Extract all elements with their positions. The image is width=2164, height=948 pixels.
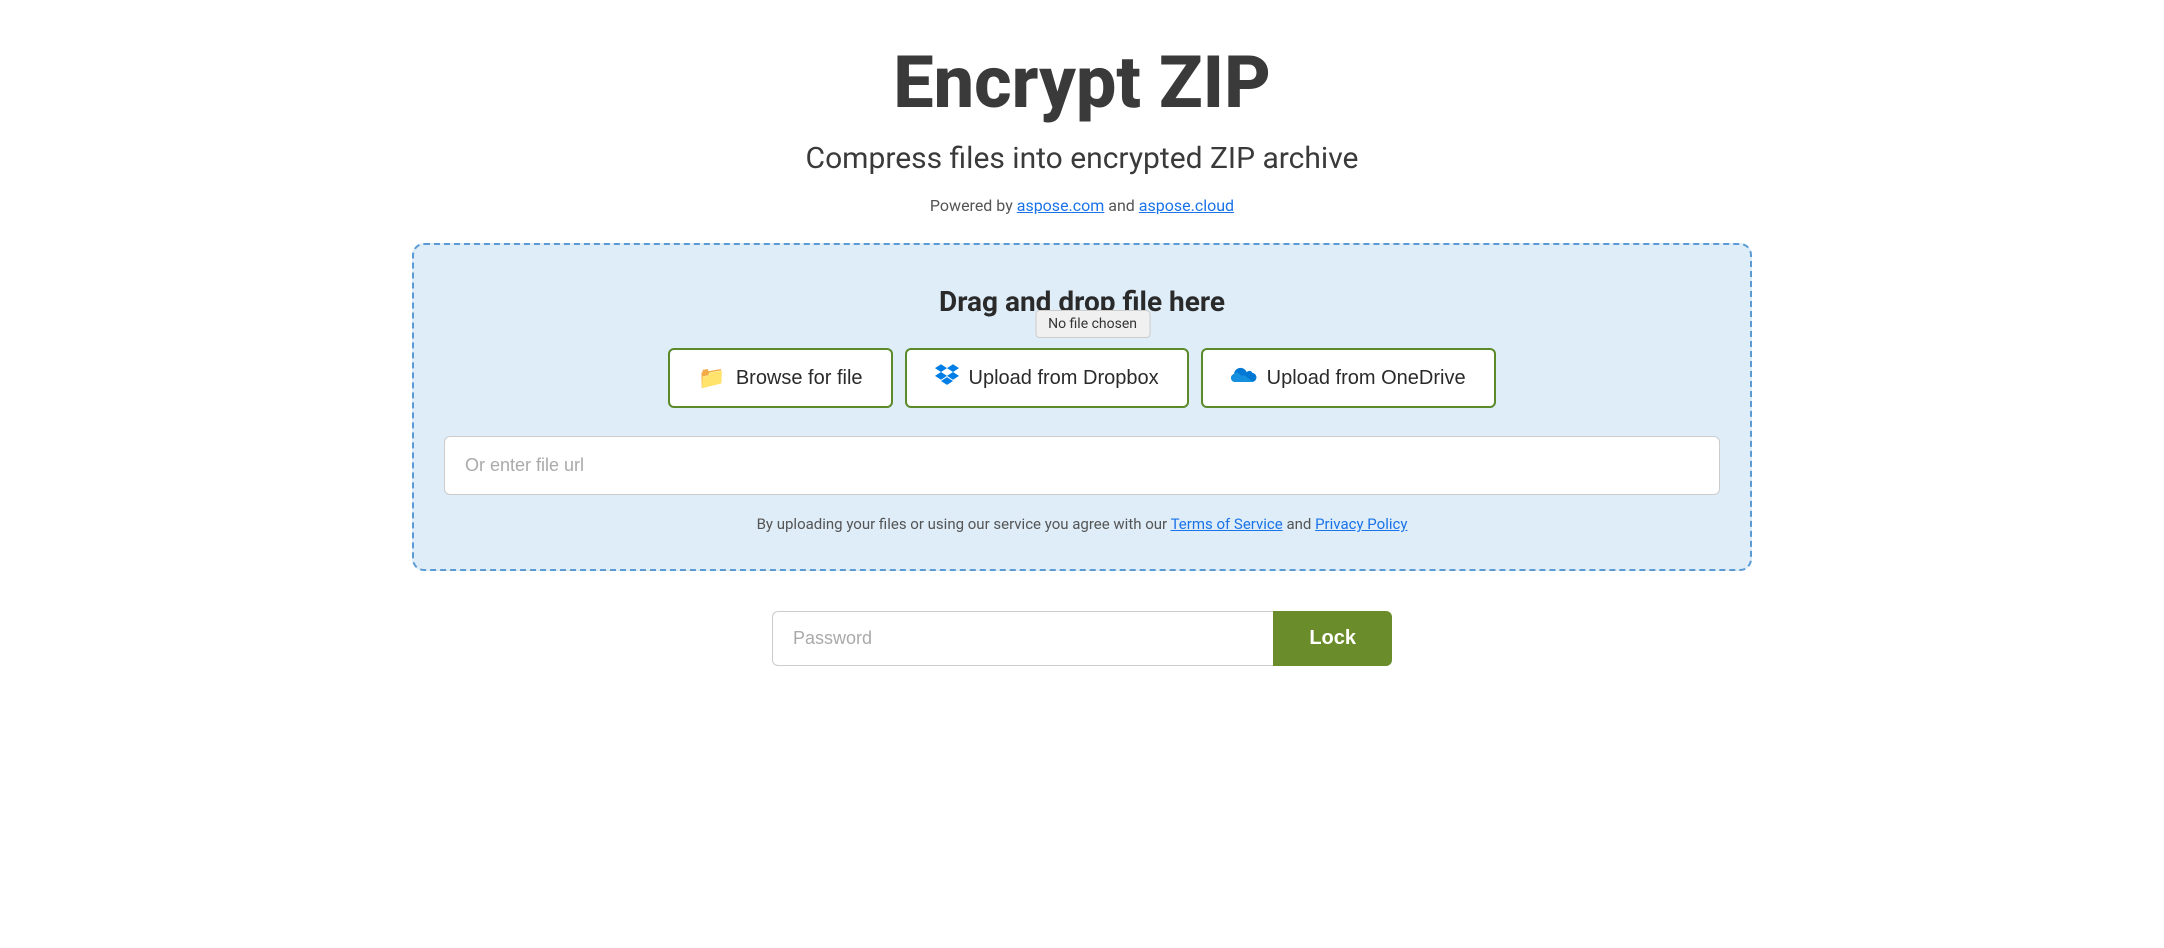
terms-text: By uploading your files or using our ser… bbox=[757, 515, 1408, 533]
dropbox-icon bbox=[935, 364, 959, 392]
dropbox-button-wrapper: Upload from Dropbox No file chosen bbox=[905, 348, 1189, 408]
terms-prefix: By uploading your files or using our ser… bbox=[757, 515, 1171, 533]
folder-icon: 📁 bbox=[698, 365, 725, 391]
lock-button[interactable]: Lock bbox=[1273, 611, 1392, 666]
buttons-row: 📁 Browse for file Upload from Dropbox bbox=[668, 348, 1495, 408]
terms-and: and bbox=[1286, 515, 1315, 533]
browse-button-label: Browse for file bbox=[736, 367, 863, 390]
terms-of-service-link[interactable]: Terms of Service bbox=[1171, 515, 1283, 533]
onedrive-button-label: Upload from OneDrive bbox=[1267, 367, 1466, 390]
page-title: Encrypt ZIP bbox=[893, 40, 1271, 125]
drag-drop-label: Drag and drop file here bbox=[939, 285, 1225, 318]
aspose-cloud-link[interactable]: aspose.cloud bbox=[1139, 196, 1234, 215]
file-url-input[interactable] bbox=[444, 436, 1720, 495]
and-text: and bbox=[1108, 196, 1139, 215]
password-input[interactable] bbox=[772, 611, 1273, 666]
password-row: Lock bbox=[772, 611, 1392, 666]
onedrive-icon bbox=[1231, 365, 1257, 391]
powered-by-text: Powered by bbox=[930, 196, 1017, 215]
page-subtitle: Compress files into encrypted ZIP archiv… bbox=[806, 141, 1359, 176]
powered-by: Powered by aspose.com and aspose.cloud bbox=[930, 196, 1234, 215]
dropbox-upload-button[interactable]: Upload from Dropbox bbox=[905, 348, 1189, 408]
drop-zone: Drag and drop file here 📁 Browse for fil… bbox=[412, 243, 1752, 571]
aspose-com-link[interactable]: aspose.com bbox=[1017, 196, 1105, 215]
privacy-policy-link[interactable]: Privacy Policy bbox=[1315, 515, 1407, 533]
browse-file-button[interactable]: 📁 Browse for file bbox=[668, 348, 892, 408]
onedrive-upload-button[interactable]: Upload from OneDrive bbox=[1201, 348, 1496, 408]
dropbox-button-label: Upload from Dropbox bbox=[969, 367, 1159, 390]
